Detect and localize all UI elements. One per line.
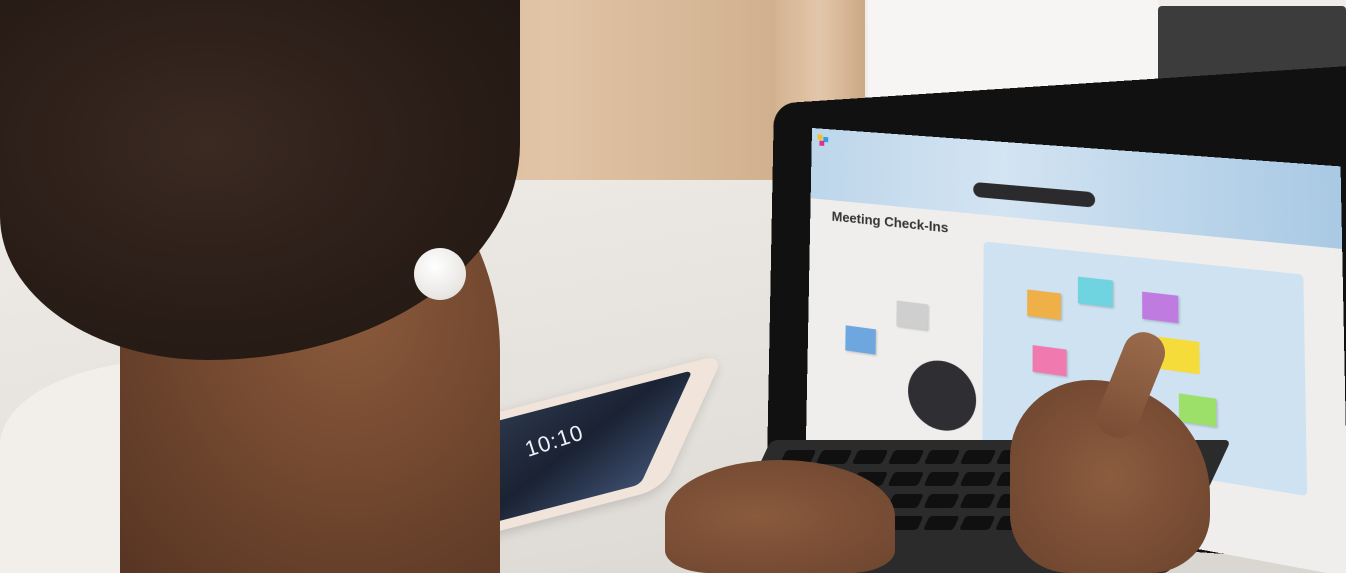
sticky-note[interactable]	[1142, 291, 1179, 324]
photo-scene: 10:10 Meeting Check-Ins	[0, 0, 1346, 573]
app-logo-icon	[817, 134, 829, 146]
sticky-note[interactable]	[1032, 345, 1067, 377]
sticky-note-selected[interactable]	[1157, 336, 1200, 375]
sticky-note[interactable]	[1077, 276, 1113, 308]
left-hand	[665, 460, 895, 573]
sticky-note[interactable]	[845, 325, 876, 355]
board-title: Meeting Check-Ins	[831, 208, 949, 236]
sticky-note[interactable]	[1027, 289, 1061, 320]
sticky-note[interactable]	[896, 300, 928, 330]
sticky-note[interactable]	[1178, 393, 1217, 427]
pearl-earring	[414, 248, 466, 300]
